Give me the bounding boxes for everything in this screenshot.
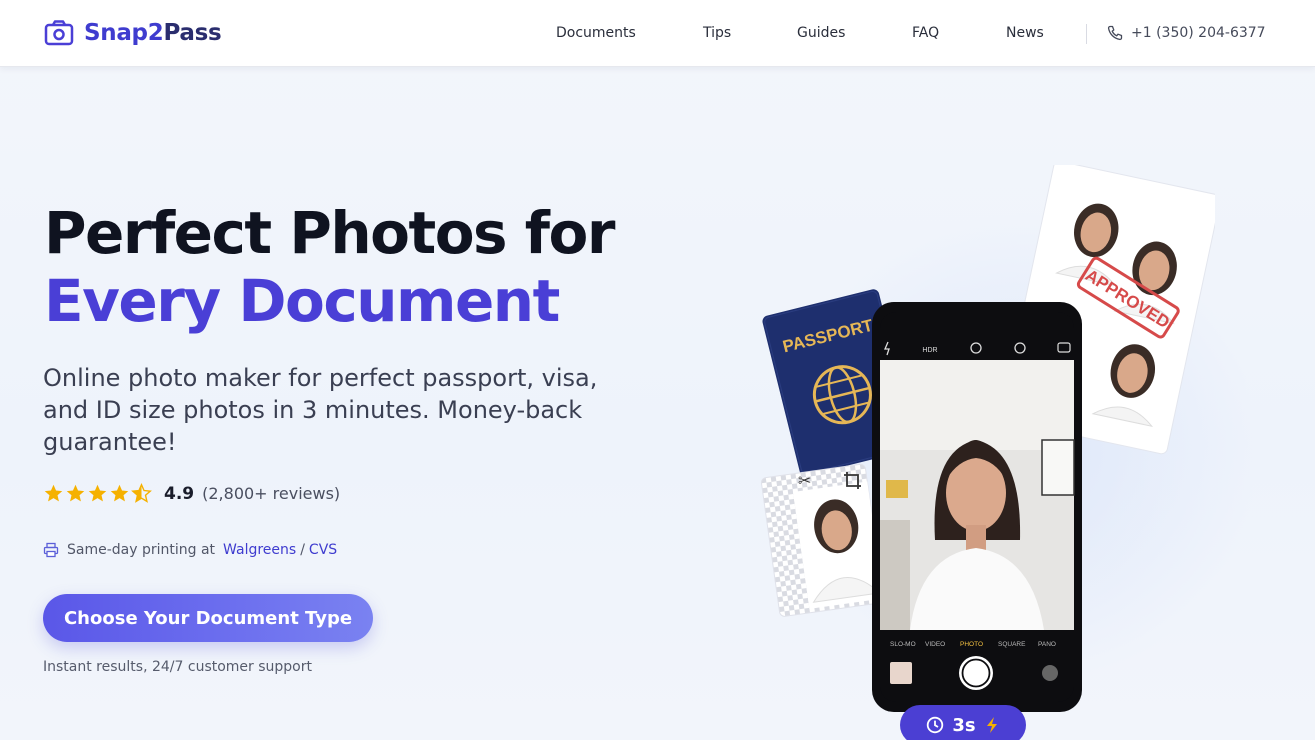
camera-mode-square: SQUARE: [998, 641, 1026, 648]
shutter-button: [959, 656, 993, 690]
nav-divider: [1086, 24, 1087, 44]
star-icon: [88, 484, 107, 502]
hero-subtitle: Online photo maker for perfect passport,…: [43, 364, 598, 456]
hero-title-line2: Every Document: [44, 267, 560, 335]
rating-score: 4.9: [164, 483, 195, 504]
phone-mockup: HDR SLO-MO VIDEO PHOTO SQUARE PANO: [872, 302, 1082, 712]
walgreens-link[interactable]: Walgreens: [223, 542, 296, 558]
camera-mode-pano: PANO: [1038, 641, 1056, 648]
thumbnail-preview: [890, 662, 912, 684]
site-header: Snap2Pass Documents Tips Guides FAQ News…: [0, 0, 1315, 67]
hero-illustration: APPROVED PASSPORT ✂ HDR SLO-MO VIDEO PHO…: [740, 150, 1300, 740]
nav-documents[interactable]: Documents: [556, 25, 636, 41]
logo-text: Snap2Pass: [84, 20, 222, 46]
star-half-icon: [131, 483, 152, 503]
camera-hdr-label: HDR: [922, 347, 937, 354]
rating-count: (2,800+ reviews): [202, 484, 341, 503]
logo-text-b: Pass: [163, 20, 222, 46]
nav-news[interactable]: News: [1006, 25, 1044, 41]
logo-text-a: Snap2: [84, 20, 164, 46]
printing-prefix: Same-day printing at: [67, 542, 216, 558]
rating-stars: [43, 483, 152, 504]
clock-icon: [927, 716, 944, 734]
star-icon: [44, 484, 63, 502]
filters-icon: [1042, 665, 1058, 681]
phone-number: +1 (350) 204-6377: [1131, 25, 1266, 41]
timer-badge: 3s: [900, 705, 1026, 740]
scissors-icon: ✂: [798, 471, 811, 490]
timer-label: 3s: [952, 714, 976, 736]
nav-guides[interactable]: Guides: [797, 25, 845, 41]
logo[interactable]: Snap2Pass: [44, 18, 222, 48]
hero-title-line1: Perfect Photos for: [44, 199, 615, 267]
star-icon: [110, 484, 129, 502]
phone-icon: [1107, 25, 1123, 41]
phone-link[interactable]: +1 (350) 204-6377: [1107, 25, 1266, 41]
camera-mode-video: VIDEO: [925, 641, 945, 648]
printing-separator: /: [300, 542, 305, 558]
camera-mode-photo: PHOTO: [960, 641, 983, 648]
camera-mode-slomo: SLO-MO: [890, 641, 916, 648]
choose-document-type-button[interactable]: Choose Your Document Type: [43, 594, 373, 642]
cta-note: Instant results, 24/7 customer support: [43, 659, 312, 675]
printing-info: Same-day printing at Walgreens / CVS: [43, 542, 337, 558]
cvs-link[interactable]: CVS: [309, 542, 337, 558]
printer-icon: [43, 542, 59, 558]
nav-faq[interactable]: FAQ: [912, 25, 939, 41]
nav-tips[interactable]: Tips: [703, 25, 731, 41]
star-icon: [66, 484, 85, 502]
rating: 4.9 (2,800+ reviews): [43, 483, 340, 504]
lightning-icon: [986, 717, 997, 733]
camera-icon: [44, 20, 74, 46]
